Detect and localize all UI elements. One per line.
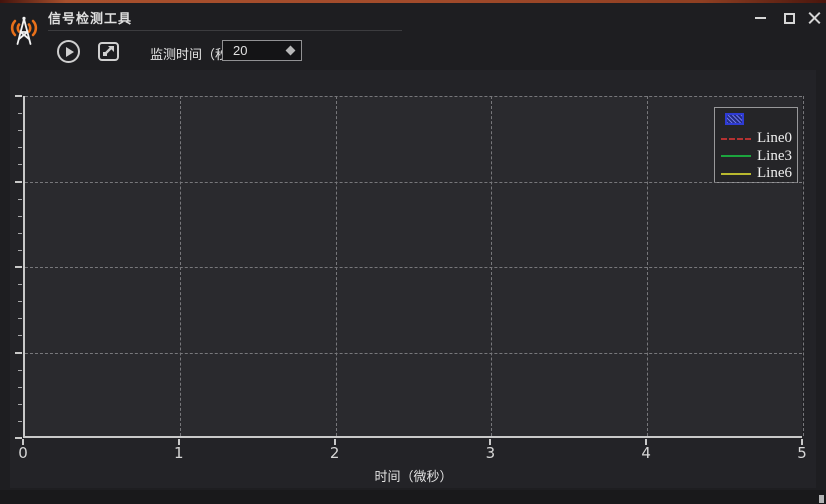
y-tick-minor [18,404,22,405]
legend-line-sample [721,155,751,157]
play-icon [66,47,74,57]
titlebar[interactable]: 信号检测工具 [0,3,826,33]
axes-area: 时间（微秒） Line0Line3Line6 012345 [23,96,802,438]
diamond-stepper-icon[interactable] [286,46,296,56]
close-button[interactable] [803,7,825,29]
chart-legend: Line0 Line3 Line6 [714,107,798,183]
autoscale-button[interactable] [98,42,119,61]
y-tick-minor [18,147,22,148]
window-title: 信号检测工具 [48,8,132,27]
legend-entry: Line6 [715,165,799,182]
y-gridline [25,267,802,268]
legend-line-sample [721,138,751,140]
y-tick-major [15,95,22,97]
minimize-icon [755,17,766,19]
x-gridline [647,96,648,436]
x-tick-label: 3 [486,444,496,462]
y-gridline [25,182,802,183]
maximize-icon [784,13,795,24]
window-bottom-strip [0,490,826,504]
x-axis-title: 时间（微秒） [374,466,452,485]
x-tick-label: 1 [174,444,184,462]
legend-entry: Line0 [715,130,799,147]
y-tick-minor [18,421,22,422]
x-tick-label: 0 [18,444,28,462]
app-window: 信号检测工具 [0,0,826,504]
close-icon [807,11,822,26]
y-tick-minor [18,216,22,217]
x-gridline [180,96,181,436]
x-tick-label: 2 [330,444,340,462]
y-tick-minor [18,113,22,114]
legend-entry: Line3 [715,148,799,165]
expand-arrow-icon [100,44,117,59]
y-tick-minor [18,199,22,200]
y-tick-minor [18,284,22,285]
y-tick-major [15,437,22,439]
resize-grip[interactable] [819,495,824,503]
y-tick-minor [18,233,22,234]
monitor-time-spinbox[interactable] [222,40,302,61]
legend-hatched-patch-icon [725,113,744,125]
y-tick-major [15,352,22,354]
monitor-time-input[interactable] [223,41,283,60]
title-separator [48,30,402,31]
y-tick-minor [18,387,22,388]
y-tick-minor [18,335,22,336]
y-tick-minor [18,250,22,251]
maximize-button[interactable] [778,7,800,29]
y-gridline [25,96,802,97]
legend-line-sample [721,173,751,175]
y-tick-major [15,181,22,183]
x-gridline [336,96,337,436]
y-tick-minor [18,318,22,319]
minimize-button[interactable] [749,7,771,29]
legend-label: Line3 [757,149,792,164]
y-tick-major [15,266,22,268]
legend-label: Line6 [757,166,792,181]
start-monitor-button[interactable] [57,40,80,63]
y-tick-minor [18,370,22,371]
x-tick-label: 4 [641,444,651,462]
y-tick-minor [18,301,22,302]
antenna-broadcast-icon [4,12,44,48]
legend-label: Line0 [757,131,792,146]
x-gridline [803,96,804,436]
y-tick-minor [18,164,22,165]
x-gridline [491,96,492,436]
y-gridline [25,353,802,354]
chart-figure: 时间（微秒） Line0 Line3 Line6 0 1 2 3 4 5 [10,70,816,488]
x-tick-label: 5 [797,444,807,462]
y-tick-minor [18,130,22,131]
